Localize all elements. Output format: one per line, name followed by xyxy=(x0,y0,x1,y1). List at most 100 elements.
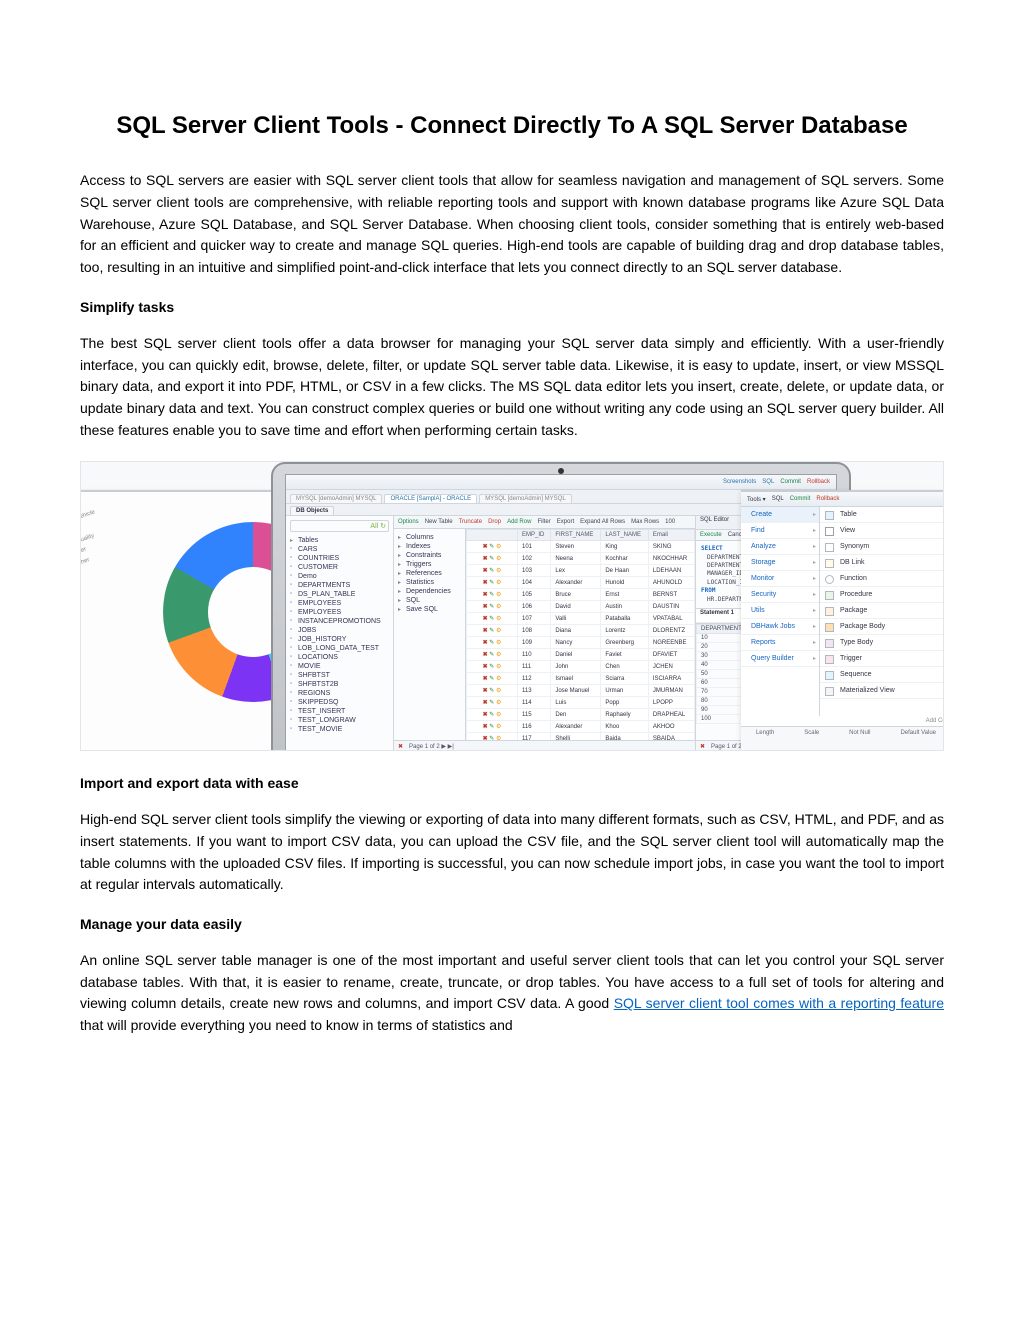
menu-security[interactable]: Security xyxy=(741,587,819,603)
submenu-procedure[interactable]: Procedure xyxy=(820,587,944,603)
table-row[interactable]: ✖ ✎ ⚙117ShelliBaidaSBAIDA xyxy=(467,733,695,741)
tree-item[interactable]: TEST_INSERT xyxy=(290,707,389,716)
table-row[interactable]: ✖ ✎ ⚙109NancyGreenbergNGREENBE xyxy=(467,637,695,649)
submenu-sequence[interactable]: Sequence xyxy=(820,667,944,683)
meta-save-sql[interactable]: Save SQL xyxy=(398,605,461,614)
meta-constraints[interactable]: Constraints xyxy=(398,551,461,560)
menu-dbhawk-jobs[interactable]: DBHawk Jobs xyxy=(741,619,819,635)
table-row[interactable]: ✖ ✎ ⚙115DenRaphaelyDRAPHEAL xyxy=(467,709,695,721)
submenu-trigger[interactable]: Trigger xyxy=(820,651,944,667)
options-button[interactable]: Options xyxy=(398,519,419,525)
tree-item[interactable]: LOCATIONS xyxy=(290,653,389,662)
table-row[interactable]: ✖ ✎ ⚙105BruceErnstBERNST xyxy=(467,589,695,601)
commit-button[interactable]: Commit xyxy=(780,479,801,485)
submenu-type-body[interactable]: Type Body xyxy=(820,635,944,651)
reporting-feature-link[interactable]: SQL server client tool comes with a repo… xyxy=(614,995,944,1011)
submenu-view[interactable]: View xyxy=(820,523,944,539)
table-row[interactable]: ✖ ✎ ⚙111JohnChenJCHEN xyxy=(467,661,695,673)
tab-mysql-1[interactable]: MYSQL [demoAdmin] MYSQL xyxy=(290,494,382,503)
create-submenu[interactable]: Table View Synonym DB Link Function Proc… xyxy=(820,507,944,716)
menu-monitor[interactable]: Monitor xyxy=(741,571,819,587)
drop-button[interactable]: Drop xyxy=(488,519,501,525)
truncate-button[interactable]: Truncate xyxy=(459,519,482,525)
meta-triggers[interactable]: Triggers xyxy=(398,560,461,569)
menu-create[interactable]: Create xyxy=(741,507,819,523)
tree-item[interactable]: TEST_LONGRAW xyxy=(290,716,389,725)
meta-references[interactable]: References xyxy=(398,569,461,578)
tree-item[interactable]: COUNTRIES xyxy=(290,554,389,563)
add-row-button[interactable]: Add Row xyxy=(507,519,531,525)
delete-icon[interactable]: ✖ xyxy=(700,743,705,750)
tools-dropdown[interactable]: Tools ▾ xyxy=(747,496,766,503)
tree-item[interactable]: DEPARTMENTS xyxy=(290,581,389,590)
menu-reports[interactable]: Reports xyxy=(741,635,819,651)
tree-item[interactable]: CUSTOMER xyxy=(290,563,389,572)
data-grid[interactable]: EMP_ID FIRST_NAME LAST_NAME Email ✖ ✎ ⚙1… xyxy=(466,529,695,740)
meta-sql[interactable]: SQL xyxy=(398,596,461,605)
col-last[interactable]: LAST_NAME xyxy=(601,530,649,541)
tab-oracle[interactable]: ORACLE [SamplA] - ORACLE xyxy=(384,494,477,503)
menu-query-builder[interactable]: Query Builder xyxy=(741,651,819,667)
tree-item[interactable]: TEST_MOVIE xyxy=(290,725,389,734)
max-rows-value[interactable]: 100 xyxy=(665,519,675,525)
meta-columns[interactable]: Columns xyxy=(398,533,461,542)
rollback-button[interactable]: Rollback xyxy=(816,496,839,502)
submenu-package-body[interactable]: Package Body xyxy=(820,619,944,635)
tree-search[interactable]: All ↻ xyxy=(290,520,389,532)
filter-button[interactable]: Filter xyxy=(537,519,550,525)
meta-dependencies[interactable]: Dependencies xyxy=(398,587,461,596)
submenu-table[interactable]: Table xyxy=(820,507,944,523)
tree-item[interactable]: SKIPPEDSQ xyxy=(290,698,389,707)
expand-rows-button[interactable]: Expand All Rows xyxy=(580,519,625,525)
col-email[interactable]: Email xyxy=(648,530,694,541)
table-row[interactable]: ✖ ✎ ⚙113Jose ManuelUrmanJMURMAN xyxy=(467,685,695,697)
tree-item[interactable]: EMPLOYEES xyxy=(290,608,389,617)
submenu-function[interactable]: Function xyxy=(820,571,944,587)
execute-button[interactable]: Execute xyxy=(700,532,722,538)
sql-link[interactable]: SQL xyxy=(762,479,774,485)
submenu-synonym[interactable]: Synonym xyxy=(820,539,944,555)
tree-item[interactable]: EMPLOYEES xyxy=(290,599,389,608)
tools-menu[interactable]: Create Find Analyze Storage Monitor Secu… xyxy=(741,507,820,716)
tab-mysql-2[interactable]: MYSQL [demoAdmin] MYSQL xyxy=(479,494,571,503)
menu-analyze[interactable]: Analyze xyxy=(741,539,819,555)
object-tree[interactable]: All ↻ Tables CARS COUNTRIES CUSTOMER Dem… xyxy=(286,516,394,751)
screenshots-link[interactable]: Screenshots xyxy=(723,479,756,485)
meta-statistics[interactable]: Statistics xyxy=(398,578,461,587)
submenu-dblink[interactable]: DB Link xyxy=(820,555,944,571)
table-row[interactable]: ✖ ✎ ⚙114LuisPoppLPOPP xyxy=(467,697,695,709)
tree-item[interactable]: LOB_LONG_DATA_TEST xyxy=(290,644,389,653)
tree-item[interactable]: SHFBTST xyxy=(290,671,389,680)
table-row[interactable]: ✖ ✎ ⚙101StevenKingSKING xyxy=(467,541,695,553)
table-row[interactable]: ✖ ✎ ⚙103LexDe HaanLDEHAAN xyxy=(467,565,695,577)
col-empid[interactable]: EMP_ID xyxy=(518,530,551,541)
menu-storage[interactable]: Storage xyxy=(741,555,819,571)
tree-item[interactable]: MOVIE xyxy=(290,662,389,671)
menu-find[interactable]: Find xyxy=(741,523,819,539)
table-row[interactable]: ✖ ✎ ⚙112IsmaelSciarraISCIARRA xyxy=(467,673,695,685)
table-row[interactable]: ✖ ✎ ⚙108DianaLorentzDLORENTZ xyxy=(467,625,695,637)
tree-item[interactable]: REGIONS xyxy=(290,689,389,698)
table-row[interactable]: ✖ ✎ ⚙104AlexanderHunoldAHUNOLD xyxy=(467,577,695,589)
table-row[interactable]: ✖ ✎ ⚙102NeenaKochharNKOCHHAR xyxy=(467,553,695,565)
pager[interactable]: Page 1 of 2 ▶ ▶| xyxy=(409,743,454,750)
new-table-button[interactable]: New Table xyxy=(425,519,453,525)
submenu-materialized-view[interactable]: Materialized View xyxy=(820,683,944,699)
submenu-package[interactable]: Package xyxy=(820,603,944,619)
table-row[interactable]: ✖ ✎ ⚙106DavidAustinDAUSTIN xyxy=(467,601,695,613)
tree-item[interactable]: JOBS xyxy=(290,626,389,635)
commit-button[interactable]: Commit xyxy=(790,496,811,502)
sql-button[interactable]: SQL xyxy=(772,496,784,502)
table-row[interactable]: ✖ ✎ ⚙110DanielFavietDFAVIET xyxy=(467,649,695,661)
tree-item[interactable]: CARS xyxy=(290,545,389,554)
add-column-link[interactable]: Add Col xyxy=(741,716,944,726)
table-row[interactable]: ✖ ✎ ⚙107ValliPataballaVPATABAL xyxy=(467,613,695,625)
export-button[interactable]: Export xyxy=(557,519,574,525)
tree-item[interactable]: JOB_HISTORY xyxy=(290,635,389,644)
tree-item[interactable]: DS_PLAN_TABLE xyxy=(290,590,389,599)
rollback-button[interactable]: Rollback xyxy=(807,479,830,485)
tree-item[interactable]: Demo xyxy=(290,572,389,581)
table-row[interactable]: ✖ ✎ ⚙116AlexanderKhooAKHOO xyxy=(467,721,695,733)
tree-item[interactable]: SHFBTST2B xyxy=(290,680,389,689)
menu-utils[interactable]: Utils xyxy=(741,603,819,619)
